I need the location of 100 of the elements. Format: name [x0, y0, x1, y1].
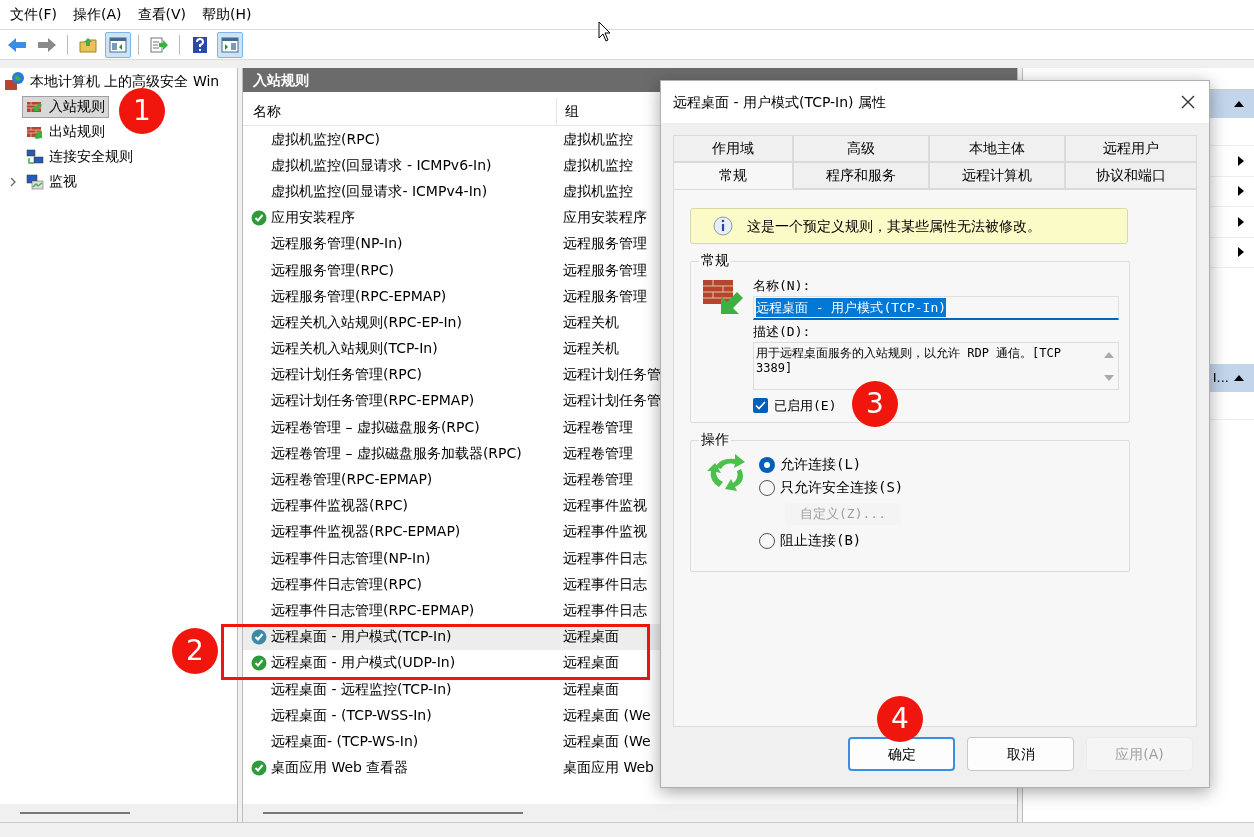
rule-name: 虚拟机监控(回显请求- ICMPv4-In) [271, 181, 489, 201]
rule-name: 远程服务管理(NP-In) [271, 234, 404, 254]
rule-group: 远程服务管理 [563, 259, 647, 281]
rule-group: 远程服务管理 [563, 233, 647, 255]
monitor-icon [26, 173, 44, 190]
tree-item[interactable]: 监视 [22, 170, 81, 193]
rule-group: 虚拟机监控 [563, 154, 633, 176]
tree-item[interactable]: 出站规则 [22, 120, 109, 143]
rule-group: 远程事件日志 [563, 547, 647, 569]
rule-group: 远程计划任务管 [563, 364, 661, 386]
rule-name: 远程事件监视器(RPC-EPMAP) [271, 522, 462, 542]
rule-name: 远程计划任务管理(RPC-EPMAP) [271, 391, 476, 411]
rule-name: 远程桌面 - 用户模式(UDP-In) [271, 653, 457, 673]
submenu-arrow-icon [1238, 186, 1244, 197]
checkmark-icon [755, 401, 766, 411]
rule-group: 远程事件日志 [563, 573, 647, 595]
radio-button[interactable] [759, 479, 775, 496]
rule-name: 远程桌面 - 用户模式(TCP-In) [271, 627, 453, 647]
tree-item[interactable]: 入站规则 [22, 95, 109, 118]
menu-item[interactable]: 操作(A) [65, 4, 130, 25]
rule-name: 远程事件监视器(RPC) [271, 496, 409, 516]
rule-group: 远程关机 [563, 338, 619, 360]
toolbar-button[interactable] [217, 31, 243, 58]
rule-group: 远程卷管理 [563, 442, 633, 464]
dialog-tab[interactable]: 程序和服务 [793, 162, 930, 189]
rule-group: 应用安装程序 [563, 207, 647, 229]
rule-name: 远程桌面 - (TCP-WSS-In) [271, 705, 433, 725]
info-text: 这是一个预定义规则，其某些属性无法被修改。 [747, 216, 1041, 236]
rule-group: 远程服务管理 [563, 285, 647, 307]
rule-name: 远程关机入站规则(TCP-In) [271, 339, 439, 359]
rule-name: 远程事件日志管理(RPC-EPMAP) [271, 600, 476, 620]
rule-name: 远程卷管理 – 虚拟磁盘服务加载器(RPC) [271, 443, 523, 463]
help-icon [192, 35, 208, 54]
export-icon [150, 36, 168, 53]
dialog-title: 远程桌面 - 用户模式(TCP-In) 属性 [673, 92, 887, 112]
dialog-tab[interactable]: 常规 [673, 162, 794, 189]
firewall-globe-icon [4, 71, 26, 91]
rule-name: 远程卷管理(RPC-EPMAP) [271, 470, 434, 490]
radio-button[interactable] [759, 532, 775, 549]
submenu-arrow-icon [1238, 216, 1244, 227]
rule-group: 桌面应用 Web [563, 757, 654, 779]
rule-group: 远程桌面 (We [563, 704, 651, 726]
check-circle-icon [251, 209, 267, 226]
column-header[interactable]: 组 [557, 101, 579, 122]
rule-name: 远程桌面- (TCP-WS-In) [271, 731, 420, 751]
rule-name: 远程事件日志管理(NP-In) [271, 548, 432, 568]
computers-icon [26, 148, 44, 165]
rule-group: 远程桌面 [563, 678, 619, 700]
radio-button[interactable] [759, 456, 775, 473]
rule-name: 远程事件日志管理(RPC) [271, 574, 423, 594]
submenu-arrow-icon [1238, 155, 1244, 166]
rule-group: 远程桌面 [563, 652, 619, 674]
field-label: 描述(D): [753, 323, 812, 341]
submenu-arrow-icon [1238, 247, 1244, 258]
rule-group: 远程卷管理 [563, 469, 633, 491]
dialog-tab[interactable]: 作用域 [673, 135, 794, 162]
recycle-arrows-icon [707, 453, 747, 491]
rule-group: 虚拟机监控 [563, 128, 633, 150]
rule-name: 桌面应用 Web 查看器 [271, 758, 410, 778]
check-circle-icon [251, 628, 267, 645]
pane-icon [221, 36, 239, 53]
rule-name: 虚拟机监控(回显请求 - ICMPv6-In) [271, 155, 493, 175]
rule-group: 远程事件监视 [563, 495, 647, 517]
folder-icon [79, 36, 97, 53]
pane-icon [109, 36, 127, 53]
dialog-tab[interactable]: 高级 [793, 135, 930, 162]
rule-group: 远程关机 [563, 311, 619, 333]
radio-label: 允许连接(L) [780, 455, 862, 474]
radio-label: 阻止连接(B) [780, 531, 862, 550]
checkbox-label: 已启用(E) [774, 397, 837, 415]
check-circle-icon [251, 759, 267, 776]
name-field[interactable]: 远程桌面 - 用户模式(TCP-In) [753, 296, 1119, 320]
column-header[interactable]: 名称 [243, 98, 557, 125]
dialog-tab[interactable]: 远程计算机 [929, 162, 1065, 189]
menu-item[interactable]: 查看(V) [129, 4, 194, 25]
collapse-triangle-icon [1234, 101, 1244, 107]
dialog-tab[interactable]: 协议和端口 [1065, 162, 1197, 189]
rule-name: 远程桌面 - 远程监控(TCP-In) [271, 679, 453, 699]
dialog-button[interactable]: 取消 [967, 737, 1074, 771]
rule-group: 远程桌面 [563, 626, 619, 648]
rule-name: 远程服务管理(RPC-EPMAP) [271, 286, 448, 306]
close-icon[interactable] [1181, 95, 1195, 109]
description-field[interactable]: 用于远程桌面服务的入站规则，以允许 RDP 通信。[TCP 3389] [753, 342, 1119, 390]
dialog-tab[interactable]: 远程用户 [1065, 135, 1197, 162]
menu-item[interactable]: 文件(F) [2, 4, 65, 25]
field-label: 名称(N): [753, 277, 812, 295]
tree-item[interactable]: 连接安全规则 [22, 145, 137, 168]
rule-group: 远程计划任务管 [563, 390, 661, 412]
toolbar-button[interactable] [105, 31, 131, 58]
rule-name: 远程服务管理(RPC) [271, 260, 395, 280]
rule-row[interactable]: 远程桌面 - 用户模式(UDP-In) 远程桌面 [243, 649, 1017, 676]
expand-chevron-icon[interactable] [8, 175, 18, 188]
dialog-button[interactable]: 确定 [848, 737, 955, 771]
dialog-tab[interactable]: 本地主体 [929, 135, 1065, 162]
menu-item[interactable]: 帮助(H) [194, 4, 260, 25]
rule-group: 远程事件监视 [563, 521, 647, 543]
rule-name: 远程卷管理 – 虚拟磁盘服务(RPC) [271, 417, 481, 437]
back-arrow-icon [7, 36, 27, 53]
rule-group: 远程卷管理 [563, 416, 633, 438]
checkbox[interactable] [753, 398, 768, 414]
